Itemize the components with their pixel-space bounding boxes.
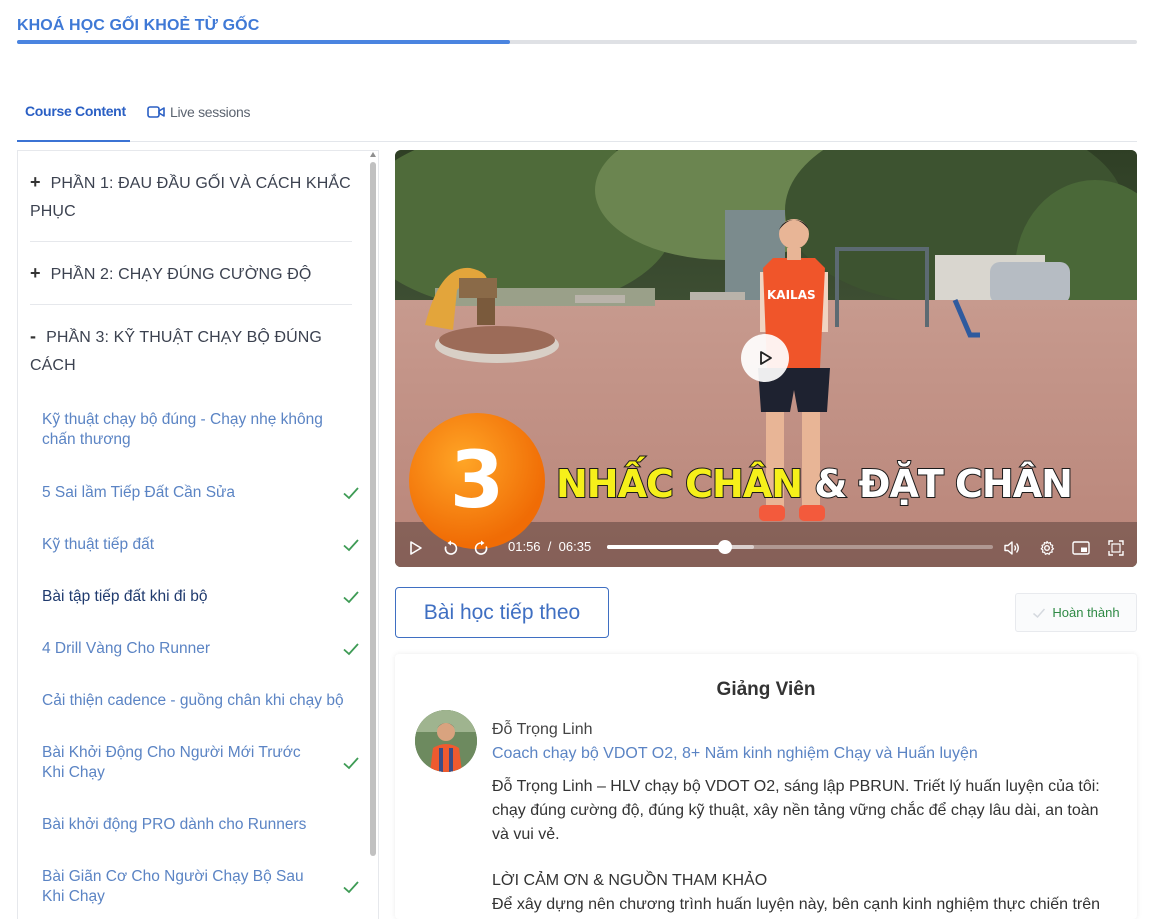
lesson-item[interactable]: 5 Sai lầm Tiếp Đất Cần Sửa	[42, 483, 360, 503]
scrollbar-thumb[interactable]	[370, 162, 376, 856]
instructor-name: Đỗ Trọng Linh	[492, 721, 593, 738]
play-overlay-button[interactable]	[741, 334, 789, 382]
lesson-title: Bài Giãn Cơ Cho Người Chạy Bộ Sau Khi Ch…	[42, 868, 304, 905]
course-progress-bar	[17, 40, 1137, 44]
checkmark-icon	[343, 643, 359, 656]
lesson-title: Bài khởi động PRO dành cho Runners	[42, 816, 307, 833]
lesson-number-badge: 3	[409, 413, 545, 549]
video-camera-icon	[147, 106, 165, 118]
checkmark-icon	[1033, 608, 1046, 618]
lesson-item[interactable]: Bài Khởi Động Cho Người Mới Trước Khi Ch…	[42, 743, 360, 783]
complete-button[interactable]: Hoàn thành	[1015, 593, 1137, 632]
lesson-title: 5 Sai lầm Tiếp Đất Cần Sửa	[42, 484, 236, 501]
seek-handle[interactable]	[717, 540, 732, 554]
instructor-photo	[415, 710, 477, 772]
video-time: 01:56 / 06:35	[508, 539, 591, 554]
play-icon	[410, 541, 422, 555]
content-tabs: Course Content Live sessions	[17, 82, 1137, 142]
section-1-title: PHẦN 1: ĐAU ĐẦU GỐI VÀ CÁCH KHẮC PHỤC	[30, 175, 351, 220]
lesson-title: 4 Drill Vàng Cho Runner	[42, 640, 211, 657]
forward-icon	[474, 540, 488, 555]
section-2[interactable]: + PHẦN 2: CHẠY ĐÚNG CƯỜNG ĐỘ	[30, 259, 352, 289]
tab-course-content-label: Course Content	[25, 103, 126, 119]
expand-plus-icon: +	[30, 263, 41, 283]
complete-button-label: Hoàn thành	[1052, 605, 1120, 620]
section-divider	[30, 241, 352, 242]
sidebar-scrollbar[interactable]	[369, 152, 377, 919]
tab-course-content[interactable]: Course Content	[17, 82, 130, 142]
checkmark-icon	[343, 757, 359, 770]
tab-live-sessions[interactable]: Live sessions	[147, 82, 250, 142]
course-title: KHOÁ HỌC GỐI KHOẺ TỪ GỐC	[17, 17, 260, 34]
collapse-minus-icon: -	[30, 326, 37, 346]
section-3[interactable]: - PHẦN 3: KỸ THUẬT CHẠY BỘ ĐÚNG CÁCH	[30, 322, 352, 380]
volume-button[interactable]	[1002, 538, 1022, 558]
section-2-title: PHẦN 2: CHẠY ĐÚNG CƯỜNG ĐỘ	[50, 266, 312, 283]
instructor-card: Giảng Viên Đỗ Trọng Linh Coach chạy bộ V…	[395, 654, 1137, 919]
shirt-text: KAILAS	[767, 288, 816, 302]
lesson-item[interactable]: 4 Drill Vàng Cho Runner	[42, 639, 360, 659]
lesson-title: Bài Khởi Động Cho Người Mới Trước Khi Ch…	[42, 744, 301, 781]
tab-live-sessions-label: Live sessions	[170, 104, 251, 120]
caption-highlight: NHẤC CHÂN	[555, 461, 804, 507]
checkmark-icon	[343, 539, 359, 552]
avatar	[415, 710, 477, 772]
next-lesson-button[interactable]: Bài học tiếp theo	[395, 587, 609, 638]
video-caption-overlay: NHẤC CHÂN & ĐẶT CHÂN	[555, 461, 1074, 507]
gear-icon	[1040, 540, 1055, 555]
volume-icon	[1004, 541, 1019, 555]
forward-button[interactable]	[471, 538, 491, 558]
instructor-bio: Đỗ Trọng Linh – HLV chạy bộ VDOT O2, sán…	[492, 778, 1100, 843]
duration: 06:35	[558, 539, 592, 554]
caption-rest: & ĐẶT CHÂN	[813, 461, 1074, 507]
settings-button[interactable]	[1037, 538, 1057, 558]
play-icon	[760, 351, 772, 365]
course-progress-fill	[17, 40, 510, 44]
seek-bar[interactable]	[607, 540, 993, 554]
instructor-role: Coach chạy bộ VDOT O2, 8+ Năm kinh nghiệ…	[492, 745, 978, 762]
current-time: 01:56	[508, 539, 541, 554]
lesson-title: Bài tập tiếp đất khi đi bộ	[42, 588, 208, 605]
expand-plus-icon: +	[30, 172, 41, 192]
checkmark-icon	[343, 881, 359, 894]
lesson-item[interactable]: Bài Giãn Cơ Cho Người Chạy Bộ Sau Khi Ch…	[42, 867, 360, 907]
acknowledgements-title: LỜI CẢM ƠN & NGUỒN THAM KHẢO	[492, 872, 768, 889]
scroll-up-arrow-icon[interactable]	[370, 152, 376, 157]
fullscreen-icon	[1108, 540, 1124, 556]
lesson-item[interactable]: Kỹ thuật tiếp đất	[42, 535, 360, 555]
section-3-title: PHẦN 3: KỸ THUẬT CHẠY BỘ ĐÚNG CÁCH	[30, 329, 322, 374]
section-divider	[30, 304, 352, 305]
lesson-item-active[interactable]: Bài tập tiếp đất khi đi bộ	[42, 587, 360, 607]
lesson-item[interactable]: Kỹ thuật chạy bộ đúng - Chạy nhẹ không c…	[42, 410, 360, 450]
checkmark-icon	[343, 591, 359, 604]
checkmark-icon	[343, 487, 359, 500]
lesson-title: Kỹ thuật chạy bộ đúng - Chạy nhẹ không c…	[42, 411, 323, 448]
rewind-button[interactable]	[441, 538, 461, 558]
play-button[interactable]	[406, 538, 426, 558]
acknowledgements-text: Để xây dựng nên chương trình huấn luyện …	[492, 896, 1101, 913]
lesson-title: Cải thiện cadence - guồng chân khi chạy …	[42, 692, 344, 709]
time-separator: /	[547, 539, 552, 554]
rewind-icon	[444, 540, 458, 555]
video-controls-bar: 01:56 / 06:35	[395, 530, 1137, 567]
course-outline-sidebar: + PHẦN 1: ĐAU ĐẦU GỐI VÀ CÁCH KHẮC PHỤC +…	[17, 150, 379, 919]
lesson-title: Kỹ thuật tiếp đất	[42, 536, 155, 553]
instructor-heading: Giảng Viên	[716, 679, 816, 700]
lesson-item[interactable]: Bài khởi động PRO dành cho Runners	[42, 815, 360, 835]
section-1[interactable]: + PHẦN 1: ĐAU ĐẦU GỐI VÀ CÁCH KHẮC PHỤC	[30, 168, 352, 226]
lesson-item[interactable]: Cải thiện cadence - guồng chân khi chạy …	[42, 691, 360, 711]
fullscreen-button[interactable]	[1106, 538, 1126, 558]
pip-button[interactable]	[1071, 538, 1091, 558]
seek-played	[607, 545, 725, 549]
picture-in-picture-icon	[1072, 541, 1090, 555]
